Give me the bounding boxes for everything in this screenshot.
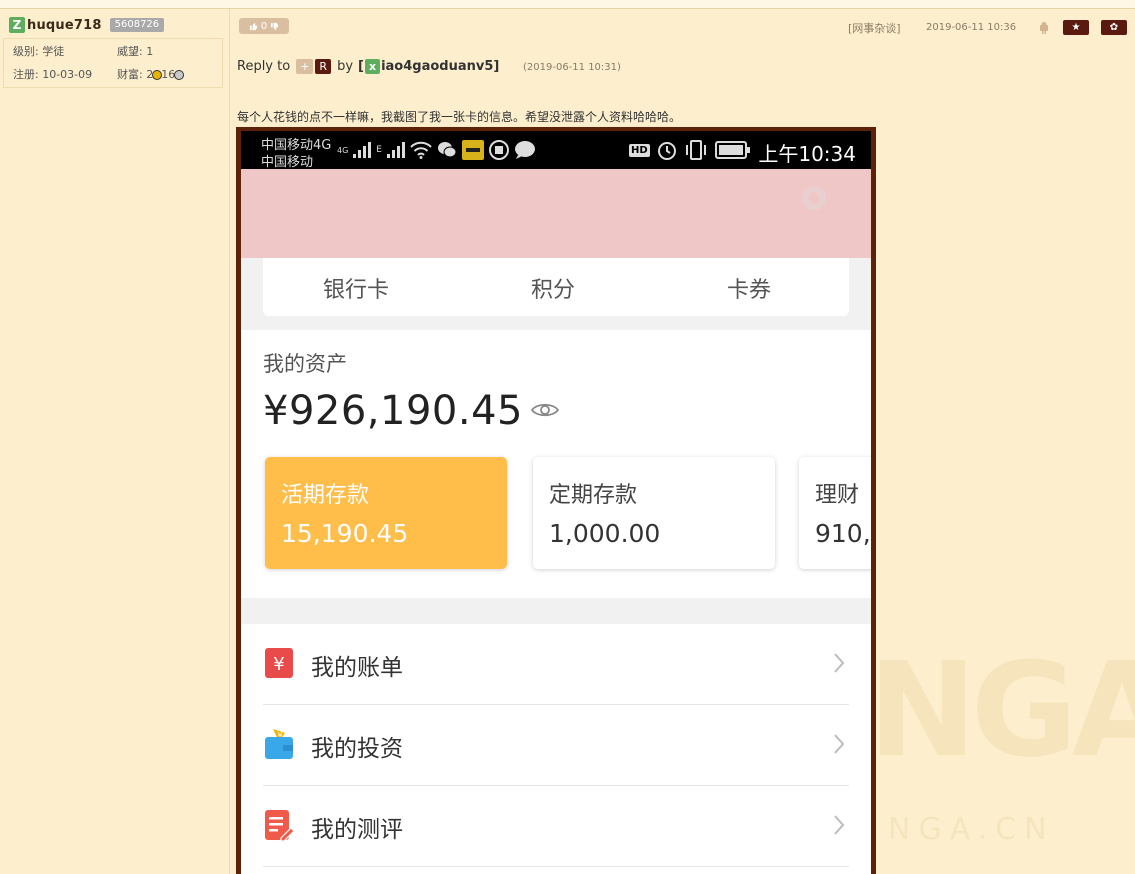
service-menu: ¥ 我的账单 ¥ 我的投资 我的测评 bbox=[241, 624, 871, 874]
menu-label: 我的账单 bbox=[311, 655, 403, 681]
vpn-icon bbox=[488, 140, 509, 160]
user-wealth-mid: 16 bbox=[161, 68, 176, 81]
battery-icon bbox=[714, 141, 750, 159]
status-right-icons: HD bbox=[629, 139, 751, 161]
menu-item-bills[interactable]: ¥ 我的账单 bbox=[263, 624, 849, 705]
card-title: 活期存款 bbox=[281, 483, 370, 508]
user-name-link[interactable]: huque718 bbox=[27, 18, 102, 33]
message-bubble-icon bbox=[514, 141, 535, 159]
post-timestamp: 2019-06-11 10:36 bbox=[926, 22, 1017, 33]
assets-title: 我的资产 bbox=[263, 352, 347, 376]
silver-coin-icon bbox=[174, 70, 185, 80]
user-info-column: Z huque718 5608726 级别: 学徒 威望: 1 注册: 10-0… bbox=[0, 9, 230, 874]
carrier-secondary: 中国移动 bbox=[261, 155, 314, 170]
tab-points[interactable]: 积分 bbox=[531, 272, 575, 304]
card-current-deposit[interactable]: 活期存款 15,190.45 bbox=[265, 457, 507, 569]
user-id-badge[interactable]: 5608726 bbox=[109, 18, 165, 32]
reply-tag-plus[interactable]: + bbox=[296, 59, 314, 74]
alarm-icon bbox=[657, 142, 676, 160]
reply-open-bracket: [ bbox=[358, 59, 364, 74]
android-icon bbox=[1040, 22, 1048, 34]
menu-label: 我的测评 bbox=[311, 817, 403, 843]
user-initial-badge: Z bbox=[9, 17, 25, 33]
thumbs-down-icon[interactable] bbox=[270, 22, 279, 31]
user-prestige: 威望: 1 bbox=[117, 45, 154, 58]
status-left-icons: 4G E bbox=[337, 139, 536, 161]
menu-item-investments[interactable]: ¥ 我的投资 bbox=[263, 705, 849, 786]
bank-logo-icon bbox=[802, 186, 826, 210]
user-level: 级别: 学徒 bbox=[13, 45, 65, 58]
signal-icon bbox=[353, 142, 372, 158]
wechat-icon bbox=[437, 142, 457, 158]
header-banner bbox=[241, 169, 871, 258]
user-stats-box: 级别: 学徒 威望: 1 注册: 10-03-09 财富: 2 16 bbox=[3, 38, 223, 88]
like-button[interactable]: 0 bbox=[239, 18, 289, 34]
reply-author-link[interactable]: iao4gaoduanv5 bbox=[381, 59, 493, 74]
assessment-icon bbox=[265, 810, 295, 842]
reply-close-bracket: ] bbox=[493, 59, 500, 74]
top-border bbox=[0, 0, 1135, 9]
star-icon: ★ bbox=[1071, 22, 1081, 33]
card-value: 15,190.45 bbox=[281, 519, 409, 548]
signal-icon-2 bbox=[386, 142, 405, 158]
phone-screen: 中国移动4G 中国移动 4G E HD 上午10:34 银行卡 积分 卡券 我的… bbox=[241, 131, 871, 874]
post-body-text: 每个人花钱的点不一样嘛，我截图了我一张卡的信息。希望没泄露个人资料哈哈哈。 bbox=[237, 110, 682, 124]
user-register-date: 注册: 10-03-09 bbox=[13, 68, 93, 81]
menu-label: 我的投资 bbox=[311, 736, 403, 762]
card-title: 理财 bbox=[815, 483, 860, 508]
card-wealth-management[interactable]: 理财 910,0 bbox=[799, 457, 871, 569]
card-value: 910,0 bbox=[815, 519, 871, 548]
wallet-icon: ¥ bbox=[265, 729, 293, 759]
network-4g-label: 4G bbox=[337, 145, 349, 155]
tab-coupons[interactable]: 卡券 bbox=[727, 272, 771, 304]
app-yellow-icon bbox=[461, 140, 484, 160]
reply-by: by bbox=[337, 59, 354, 74]
post-options-button[interactable]: ✿ bbox=[1101, 20, 1127, 35]
reply-author-badge: x bbox=[364, 59, 381, 74]
card-fixed-deposit[interactable]: 定期存款 1,000.00 bbox=[533, 457, 775, 569]
vibrate-icon bbox=[685, 140, 706, 160]
network-e-label: E bbox=[376, 145, 382, 155]
phone-status-bar: 中国移动4G 中国移动 4G E HD 上午10:34 bbox=[241, 131, 871, 170]
user-wealth-label: 财富: 2 bbox=[117, 68, 154, 81]
phone-screenshot[interactable]: 中国移动4G 中国移动 4G E HD 上午10:34 银行卡 积分 卡券 我的… bbox=[236, 127, 876, 874]
menu-item-assessment[interactable]: 我的测评 bbox=[263, 786, 849, 867]
user-wealth: 财富: 2 16 bbox=[117, 66, 185, 82]
reply-date: (2019-06-11 10:31) bbox=[523, 62, 621, 73]
account-tabs: 银行卡 积分 卡券 bbox=[263, 258, 849, 316]
assets-total-amount: ¥926,190.45 bbox=[263, 388, 523, 434]
assets-section: 我的资产 ¥926,190.45 活期存款 15,190.45 定期存款 1,0… bbox=[241, 330, 871, 598]
yuan-bill-icon: ¥ bbox=[265, 648, 293, 678]
watermark-url: NGA.CN bbox=[888, 812, 1055, 847]
hd-badge: HD bbox=[629, 143, 650, 157]
favorite-button[interactable]: ★ bbox=[1063, 20, 1089, 35]
yuan-bill-icon-text: ¥ bbox=[273, 654, 284, 675]
chevron-right-icon bbox=[834, 653, 845, 673]
status-clock: 上午10:34 bbox=[758, 142, 856, 166]
chevron-right-icon bbox=[834, 815, 845, 835]
card-value: 1,000.00 bbox=[549, 519, 661, 548]
chevron-right-icon bbox=[834, 734, 845, 754]
post-category-link[interactable]: [网事杂谈] bbox=[848, 20, 901, 36]
card-title: 定期存款 bbox=[549, 483, 638, 508]
thumbs-up-icon bbox=[249, 22, 257, 30]
reply-prefix: Reply to bbox=[237, 59, 291, 74]
gear-icon: ✿ bbox=[1109, 22, 1119, 33]
reply-tag-r[interactable]: R bbox=[315, 59, 332, 74]
user-name-row: Z huque718 5608726 bbox=[9, 17, 165, 33]
wifi-icon bbox=[410, 141, 432, 159]
reply-line: Reply to + R by [ x iao4gaoduanv5 ] bbox=[237, 59, 499, 74]
eye-icon[interactable] bbox=[531, 402, 559, 418]
tab-bank-card[interactable]: 银行卡 bbox=[323, 272, 389, 304]
like-count: 0 bbox=[260, 20, 268, 32]
watermark-logo: NGA bbox=[868, 634, 1135, 786]
